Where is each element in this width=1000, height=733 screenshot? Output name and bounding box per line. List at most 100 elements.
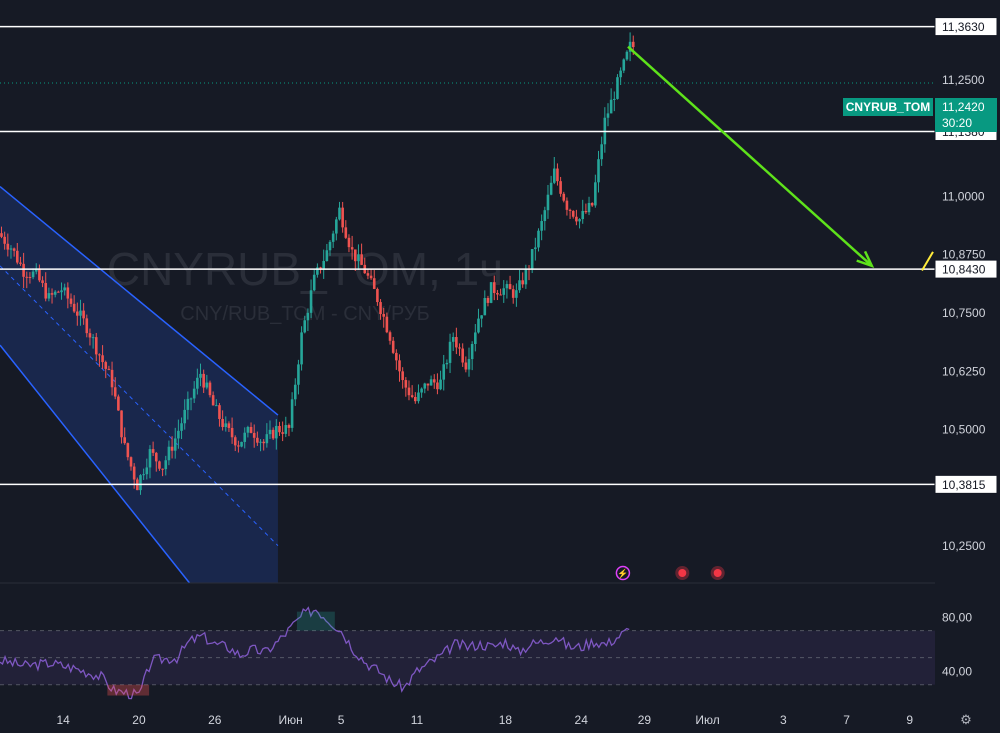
candle-body xyxy=(480,315,483,319)
candle-body xyxy=(69,298,73,304)
candle-body xyxy=(357,254,360,262)
candle-body xyxy=(50,293,54,295)
candle-body xyxy=(259,441,262,443)
candle-body xyxy=(594,182,597,206)
candle-body xyxy=(41,280,44,284)
candle-body xyxy=(268,429,272,435)
candle-body xyxy=(44,283,48,299)
candle-body xyxy=(98,354,101,356)
candle-body xyxy=(376,288,379,303)
time-tick-label: 3 xyxy=(780,713,787,727)
candle-body xyxy=(145,467,149,475)
candle-body xyxy=(123,437,126,444)
candle-body xyxy=(151,449,155,453)
candle-body xyxy=(164,460,168,470)
candle-body xyxy=(552,168,556,183)
candle-body xyxy=(619,70,622,78)
candle-body xyxy=(502,288,506,295)
candle-body xyxy=(82,310,85,319)
candle-body xyxy=(515,290,518,298)
candle-body xyxy=(543,210,547,222)
candle-body xyxy=(76,311,79,316)
candle-body xyxy=(439,379,442,390)
level-label: 10,8430 xyxy=(942,263,986,277)
candle-body xyxy=(15,250,19,263)
candle-body xyxy=(461,348,464,363)
candle-body xyxy=(177,430,180,439)
candle-body xyxy=(262,441,265,444)
candle-countdown: 30:20 xyxy=(942,116,972,130)
settings-gear-icon[interactable]: ⚙ xyxy=(960,712,972,727)
candle-body xyxy=(451,337,455,342)
price-tick-label: 10,5000 xyxy=(942,423,986,437)
candle-body xyxy=(325,250,329,261)
candle-body xyxy=(537,230,540,248)
candle-body xyxy=(309,290,313,313)
candle-body xyxy=(571,210,575,217)
candle-body xyxy=(275,425,278,439)
candle-body xyxy=(534,247,537,250)
price-tick-label: 10,2500 xyxy=(942,539,986,553)
candle-body xyxy=(205,382,209,388)
candle-body xyxy=(398,360,401,372)
candle-body xyxy=(322,260,325,270)
candle-body xyxy=(335,219,338,234)
candle-body xyxy=(622,59,626,71)
candle-body xyxy=(331,233,335,242)
time-tick-label: 29 xyxy=(638,713,652,727)
candle-body xyxy=(540,221,543,231)
candle-body xyxy=(72,303,76,312)
candle-body xyxy=(549,182,553,195)
candle-body xyxy=(104,362,108,369)
candle-body xyxy=(616,77,619,99)
candle-body xyxy=(284,425,288,434)
candle-body xyxy=(79,310,82,316)
candle-body xyxy=(88,333,92,338)
candle-body xyxy=(202,373,205,388)
candle-body xyxy=(401,371,404,381)
candle-body xyxy=(448,341,452,363)
candle-body xyxy=(404,380,408,388)
candle-body xyxy=(432,379,436,383)
candle-body xyxy=(57,291,60,293)
candle-body xyxy=(142,474,145,476)
candle-body xyxy=(170,446,174,451)
candle-body xyxy=(474,332,477,344)
candle-body xyxy=(395,352,398,361)
candle-body xyxy=(312,274,316,291)
candle-body xyxy=(597,159,600,183)
candle-body xyxy=(420,388,423,393)
candle-body xyxy=(3,236,6,244)
time-tick-label: 9 xyxy=(906,713,913,727)
level-label: 10,3815 xyxy=(942,478,986,492)
candle-body xyxy=(208,382,212,396)
candle-body xyxy=(410,395,414,397)
candle-body xyxy=(565,200,569,210)
candle-body xyxy=(486,298,490,303)
event-record-dot xyxy=(678,569,687,577)
candle-body xyxy=(101,355,104,363)
candle-body xyxy=(158,461,161,469)
candle-body xyxy=(464,362,468,370)
candle-body xyxy=(94,337,98,355)
candle-body xyxy=(600,144,603,160)
candle-body xyxy=(625,51,629,60)
candle-body xyxy=(12,248,16,251)
candle-body xyxy=(426,383,430,386)
candle-body xyxy=(518,280,521,291)
candle-body xyxy=(496,292,499,295)
candle-body xyxy=(240,441,243,447)
price-chart[interactable]: CNYRUB_TOM, 1ч CNY/RUB_TOM - CNY/РУБ 11,… xyxy=(0,0,1000,733)
candle-body xyxy=(445,362,449,365)
candle-body xyxy=(388,332,392,341)
candle-body xyxy=(221,418,224,427)
candle-body xyxy=(224,423,228,427)
time-tick-label: 14 xyxy=(56,713,70,727)
candle-body xyxy=(9,248,13,250)
level-label: 11,3630 xyxy=(942,20,985,34)
candle-body xyxy=(470,343,474,360)
candle-body xyxy=(524,268,528,285)
candle-body xyxy=(63,287,66,291)
candle-body xyxy=(606,113,610,118)
candle-body xyxy=(230,427,234,438)
